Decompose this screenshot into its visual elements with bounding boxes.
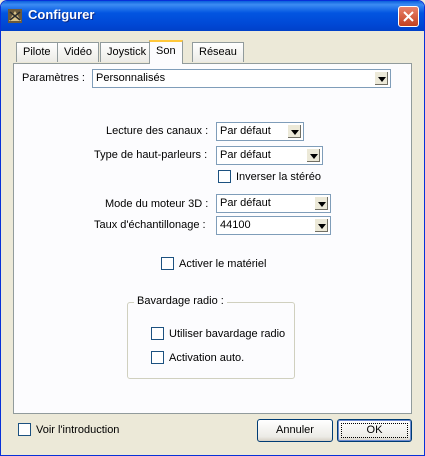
tab-son[interactable]: Son xyxy=(149,40,183,64)
activer-materiel-checkbox[interactable] xyxy=(161,257,174,270)
close-button[interactable] xyxy=(398,6,419,27)
dropdown-button[interactable] xyxy=(314,218,329,233)
activer-materiel-label: Activer le matériel xyxy=(179,258,267,270)
tab-label: Vidéo xyxy=(64,46,92,58)
bavardage-radio-group: Bavardage radio : Utiliser bavardage rad… xyxy=(127,295,295,379)
taux-echantillonage-label: Taux d'échantillonage : xyxy=(94,219,206,231)
haut-parleurs-label: Type de haut-parleurs : xyxy=(94,149,208,161)
tab-label: Pilote xyxy=(23,46,51,58)
dropdown-button[interactable] xyxy=(287,124,302,139)
cancel-button[interactable]: Annuler xyxy=(257,419,333,442)
voir-introduction-checkbox[interactable] xyxy=(18,423,31,436)
haut-parleurs-select[interactable]: Par défaut xyxy=(216,146,323,165)
taux-echantillonage-select[interactable]: 44100 xyxy=(216,216,331,235)
lecture-canaux-value: Par défaut xyxy=(220,125,271,137)
parametres-value: Personnalisés xyxy=(96,72,166,84)
chevron-down-icon xyxy=(310,154,318,159)
inverser-stereo-label: Inverser la stéréo xyxy=(236,171,321,183)
son-panel: Paramètres : Personnalisés Lecture des c… xyxy=(13,63,412,414)
tab-video[interactable]: Vidéo xyxy=(57,42,99,62)
dropdown-button[interactable] xyxy=(374,71,389,86)
parametres-select[interactable]: Personnalisés xyxy=(92,69,391,88)
taux-echantillonage-value: 44100 xyxy=(220,219,251,231)
tab-joystick[interactable]: Joystick xyxy=(100,42,154,62)
activation-auto-checkbox[interactable] xyxy=(151,351,164,364)
cancel-label: Annuler xyxy=(276,424,314,436)
bavardage-radio-title: Bavardage radio : xyxy=(134,295,227,307)
lecture-canaux-select[interactable]: Par défaut xyxy=(216,122,304,141)
utiliser-bavardage-label: Utiliser bavardage radio xyxy=(169,328,286,340)
tab-label: Son xyxy=(156,45,176,57)
tab-reseau[interactable]: Réseau xyxy=(192,42,244,62)
chevron-down-icon xyxy=(291,130,299,135)
tab-label: Réseau xyxy=(199,46,237,58)
dropdown-button[interactable] xyxy=(306,148,321,163)
haut-parleurs-value: Par défaut xyxy=(220,149,271,161)
configurer-window: Configurer Pilote Vidéo Joystick Son Rés… xyxy=(0,0,425,456)
title-bar[interactable]: Configurer xyxy=(1,1,424,31)
inverser-stereo-checkbox[interactable] xyxy=(218,170,231,183)
parametres-label: Paramètres : xyxy=(22,72,85,84)
window-title: Configurer xyxy=(28,7,95,22)
activation-auto-label: Activation auto. xyxy=(169,352,245,364)
lecture-canaux-label: Lecture des canaux : xyxy=(106,125,209,137)
focus-rect xyxy=(341,423,408,438)
close-icon xyxy=(403,11,414,22)
chevron-down-icon xyxy=(318,202,326,207)
moteur-3d-value: Par défaut xyxy=(220,197,271,209)
tab-pilote[interactable]: Pilote xyxy=(16,42,58,62)
dialog-body: Pilote Vidéo Joystick Son Réseau Paramèt… xyxy=(4,31,421,453)
dropdown-button[interactable] xyxy=(314,196,329,211)
ok-button[interactable]: OK xyxy=(337,419,412,442)
chevron-down-icon xyxy=(378,77,386,82)
tab-label: Joystick xyxy=(107,46,147,58)
moteur-3d-label: Mode du moteur 3D : xyxy=(105,198,209,210)
moteur-3d-select[interactable]: Par défaut xyxy=(216,194,331,213)
utiliser-bavardage-checkbox[interactable] xyxy=(151,327,164,340)
voir-introduction-label: Voir l'introduction xyxy=(36,424,120,436)
app-icon xyxy=(8,9,22,23)
chevron-down-icon xyxy=(318,224,326,229)
